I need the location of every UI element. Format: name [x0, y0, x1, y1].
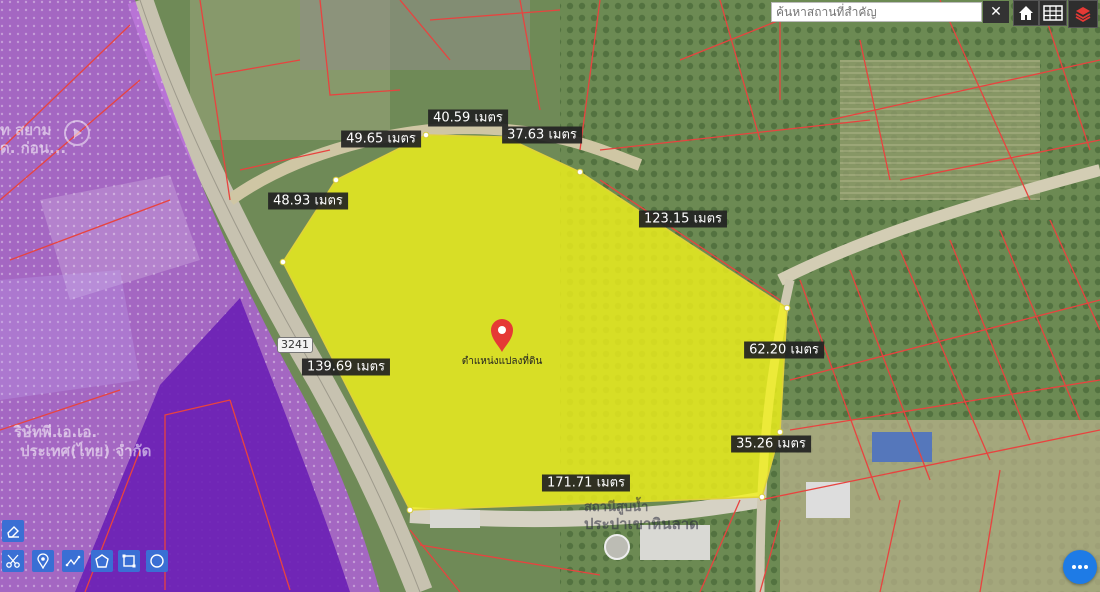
draw-rectangle-button[interactable]	[118, 550, 140, 572]
circle-icon	[150, 554, 164, 568]
more-options-button[interactable]	[1063, 550, 1097, 584]
more-dots-icon	[1072, 565, 1088, 569]
cut-button[interactable]	[2, 550, 24, 572]
measure-line-button[interactable]	[62, 550, 84, 572]
map-label-pump-station-2: ประปาเขาหินลาด	[584, 515, 699, 533]
grid-icon	[1043, 5, 1063, 21]
dimension-label: 49.65 เมตร	[341, 130, 421, 148]
layers-icon	[1075, 7, 1091, 23]
marker-label: ตำแหน่งแปลงที่ดิน	[461, 356, 543, 367]
search-clear-button[interactable]: ✕	[983, 1, 1009, 23]
map-layers	[0, 0, 1100, 592]
water-tank	[604, 534, 630, 560]
map-canvas[interactable]: ท สยาม ด. ก่อน... ริษัทพี.เอ.เอ. ประเทศ(…	[0, 0, 1100, 592]
polygon-icon	[95, 554, 109, 568]
map-label-company-1b: ด. ก่อน...	[0, 139, 67, 157]
eraser-button[interactable]	[2, 520, 24, 542]
building-south-1	[430, 510, 480, 528]
grid-button[interactable]	[1039, 0, 1067, 26]
layers-button[interactable]	[1068, 0, 1098, 28]
village-roofs	[300, 0, 530, 70]
building-east-blue	[872, 432, 932, 462]
home-icon	[1019, 6, 1033, 20]
dimension-label: 37.63 เมตร	[502, 126, 582, 144]
search-input[interactable]	[771, 2, 982, 22]
dimension-label: 171.71 เมตร	[541, 474, 631, 492]
road-number-shield: 3241	[277, 337, 313, 353]
scissors-icon	[6, 554, 20, 568]
rectangle-icon	[122, 554, 136, 568]
dimension-label: 139.69 เมตร	[301, 358, 391, 376]
dimension-label: 35.26 เมตร	[731, 435, 811, 453]
eraser-icon	[7, 526, 19, 538]
dimension-label: 40.59 เมตร	[428, 109, 508, 127]
zoning-buildings-2	[0, 270, 140, 400]
add-pin-button[interactable]	[32, 550, 54, 572]
home-button[interactable]	[1013, 0, 1039, 26]
farm-area-north	[840, 60, 1040, 200]
dimension-label: 48.93 เมตร	[268, 192, 348, 210]
close-icon: ✕	[990, 4, 1002, 20]
dimension-label: 62.20 เมตร	[744, 341, 824, 359]
play-icon	[64, 120, 90, 146]
map-label-company-2b: ประเทศ(ไทย) จำกัด	[20, 442, 152, 460]
pin-icon	[37, 553, 49, 569]
draw-circle-button[interactable]	[146, 550, 168, 572]
dimension-label: 123.15 เมตร	[638, 210, 728, 228]
measure-line-icon	[65, 555, 81, 567]
draw-polygon-button[interactable]	[91, 550, 113, 572]
building-east-white	[806, 482, 850, 518]
